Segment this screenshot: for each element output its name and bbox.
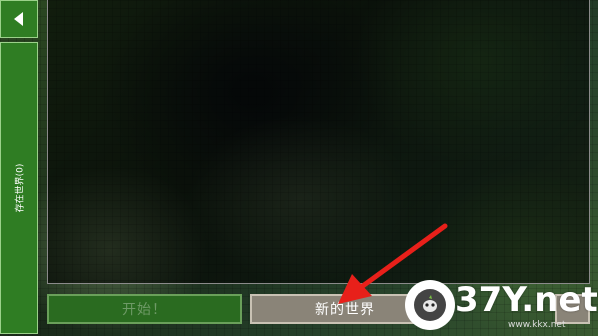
back-button[interactable] (0, 0, 38, 38)
start-button[interactable]: 开始！ (47, 294, 242, 324)
watermark: 37Y.net www.kkx.net (405, 278, 598, 336)
sidebar: 存在世界(0) (0, 0, 40, 336)
existing-worlds-label: 存在世界(0) (15, 163, 26, 213)
watermark-url: www.kkx.net (508, 320, 566, 330)
watermark-logo-text: 37Y.net (455, 280, 598, 320)
start-button-label: 开始！ (122, 302, 167, 318)
watermark-logo-icon (405, 280, 455, 330)
tab-existing-worlds[interactable]: 存在世界(0) (0, 42, 38, 334)
world-list-panel[interactable] (47, 0, 590, 284)
back-triangle-icon (13, 12, 25, 26)
